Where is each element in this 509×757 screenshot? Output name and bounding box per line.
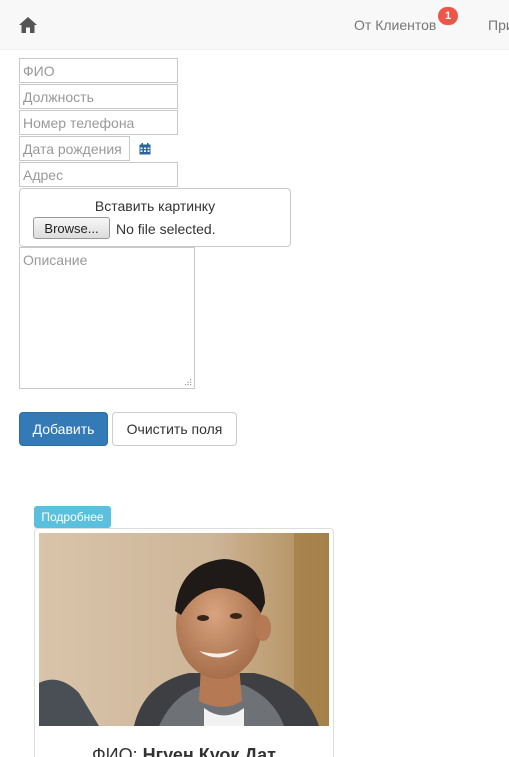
add-button[interactable]: Добавить <box>19 412 108 446</box>
browse-button[interactable]: Browse... <box>33 217 110 239</box>
employee-card: ФИО: Нгуен Куок Дат <box>34 528 334 757</box>
position-input[interactable] <box>19 84 178 109</box>
clients-count-badge: 1 <box>438 7 458 25</box>
resize-grip-icon[interactable] <box>183 378 192 387</box>
calendar-icon[interactable] <box>139 143 151 155</box>
address-input[interactable] <box>19 162 178 187</box>
birthdate-input[interactable] <box>19 136 130 161</box>
description-textarea[interactable] <box>19 247 195 389</box>
employee-name: ФИО: Нгуен Куок Дат <box>35 745 333 757</box>
phone-input[interactable] <box>19 110 178 135</box>
top-navbar: От Клиентов 1 При <box>0 0 509 50</box>
image-upload-box: Вставить картинку Browse... No file sele… <box>19 188 291 247</box>
file-status-text: No file selected. <box>116 221 216 237</box>
employee-photo <box>39 533 329 726</box>
upload-label: Вставить картинку <box>94 198 216 214</box>
details-label[interactable]: Подробнее <box>34 506 111 528</box>
name-value: Нгуен Куок Дат <box>142 745 276 757</box>
name-prefix: ФИО: <box>92 745 143 757</box>
fio-input[interactable] <box>19 58 178 83</box>
nav-more-link[interactable]: При <box>488 17 509 33</box>
home-icon[interactable] <box>18 15 38 35</box>
clear-fields-button[interactable]: Очистить поля <box>112 412 237 446</box>
nav-clients-link[interactable]: От Клиентов <box>354 17 436 33</box>
